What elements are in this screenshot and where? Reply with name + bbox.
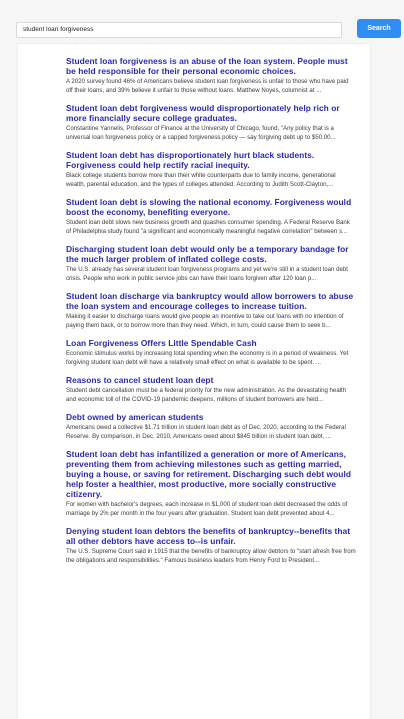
result-title-link[interactable]: Student loan debt has infantilized a gen… [66,449,356,499]
result-snippet: Constantine Yannelis, Professor of Finan… [66,125,336,141]
result-item: Student loan forgiveness is an abuse of … [66,56,356,95]
result-title-link[interactable]: Student loan debt forgiveness would disp… [66,103,356,123]
result-item: Debt owned by american students American… [66,412,356,441]
result-snippet: The U.S. Supreme Court said in 1915 that… [66,548,356,564]
result-item: Student loan debt has disproportionately… [66,150,356,189]
result-snippet: For women with bachelor's degrees, each … [66,501,348,517]
result-title-link[interactable]: Student loan forgiveness is an abuse of … [66,56,356,76]
result-item: Student loan discharge via bankruptcy wo… [66,291,356,330]
result-snippet: Americans owed a collective $1.71 trilli… [66,424,346,440]
result-snippet: The U.S. already has several student loa… [66,266,348,282]
search-results-page: student loan forgiveness Search Student … [0,0,404,719]
result-title-link[interactable]: Denying student loan debtors the benefit… [66,526,356,546]
result-title-link[interactable]: Discharging student loan debt would only… [66,244,356,264]
result-title-link[interactable]: Student loan debt is slowing the nationa… [66,197,356,217]
result-title-link[interactable]: Reasons to cancel student loan dept [66,375,356,385]
result-item: Reasons to cancel student loan dept Stud… [66,375,356,404]
results-panel: Student loan forgiveness is an abuse of … [18,44,370,719]
result-title-link[interactable]: Debt owned by american students [66,412,356,422]
search-button[interactable]: Search [357,19,401,38]
result-item: Student loan debt has infantilized a gen… [66,449,356,518]
results-list: Student loan forgiveness is an abuse of … [66,56,356,573]
search-input[interactable]: student loan forgiveness [16,22,342,38]
result-snippet: Black college students borrow more than … [66,172,336,188]
result-snippet: Student debt cancellation must be a fede… [66,387,347,403]
result-item: Loan Forgiveness Offers Little Spendable… [66,338,356,367]
result-snippet: Student loan debt slows new business gro… [66,219,350,235]
result-title-link[interactable]: Student loan discharge via bankruptcy wo… [66,291,356,311]
result-snippet: Making it easier to discharge loans woul… [66,313,344,329]
result-item: Student loan debt is slowing the nationa… [66,197,356,236]
result-snippet: A 2020 survey found 46% of Americans bel… [66,78,349,94]
result-item: Discharging student loan debt would only… [66,244,356,283]
result-snippet: Economic stimulus works by increasing to… [66,350,349,366]
result-title-link[interactable]: Loan Forgiveness Offers Little Spendable… [66,338,356,348]
result-item: Student loan debt forgiveness would disp… [66,103,356,142]
result-item: Denying student loan debtors the benefit… [66,526,356,565]
result-title-link[interactable]: Student loan debt has disproportionately… [66,150,356,170]
